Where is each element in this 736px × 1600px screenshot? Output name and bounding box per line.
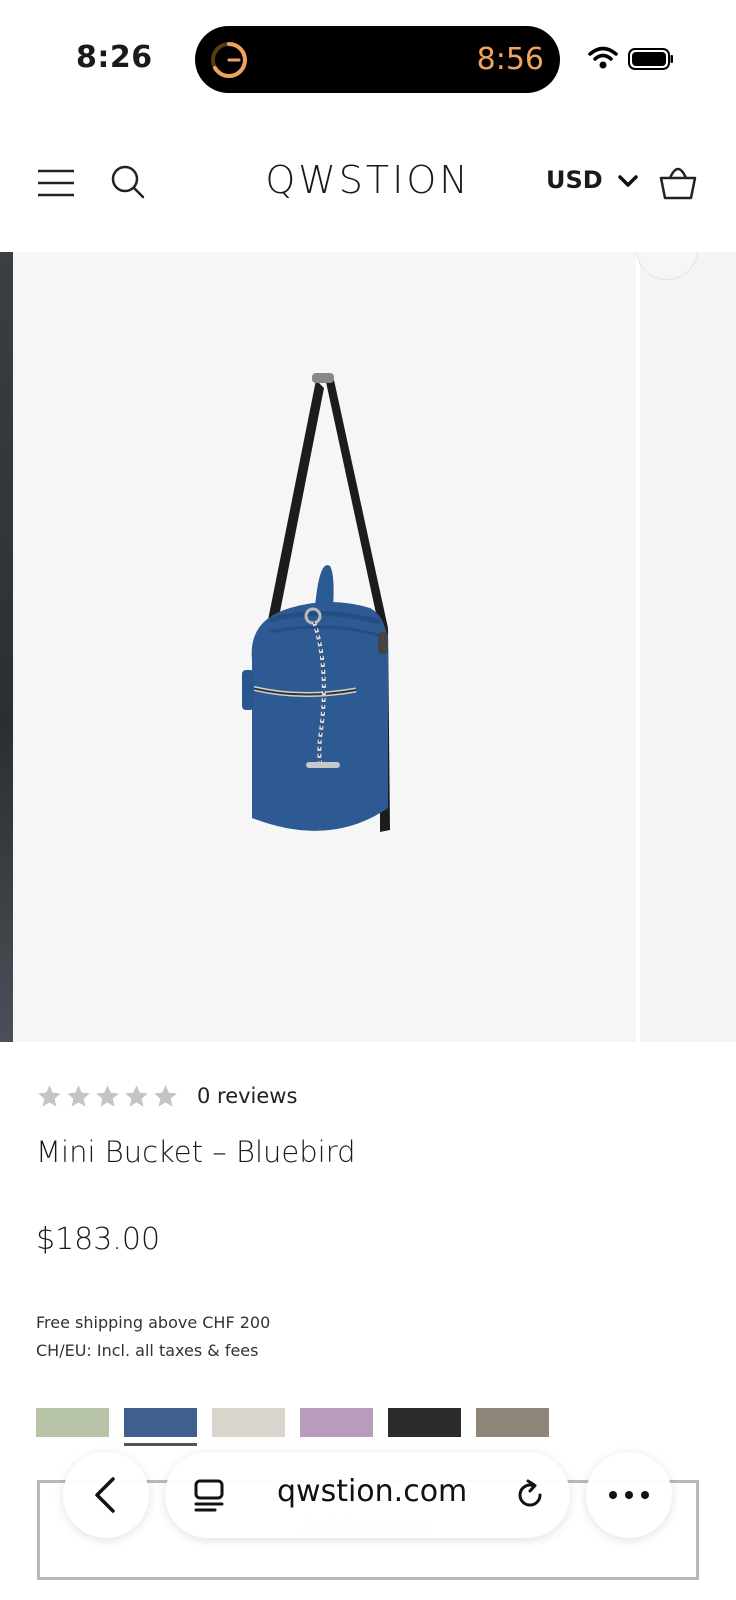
- previous-image-peek[interactable]: [0, 252, 13, 1042]
- color-swatch[interactable]: [36, 1408, 109, 1437]
- chevron-left-icon: [95, 1477, 115, 1513]
- hamburger-menu-icon[interactable]: [36, 168, 76, 198]
- color-swatch[interactable]: [124, 1408, 197, 1446]
- more-dots-icon: [609, 1491, 649, 1499]
- product-image-bag: [242, 373, 390, 832]
- star-icon: [96, 1084, 119, 1107]
- star-icon: [154, 1084, 177, 1107]
- shipping-info: Free shipping above CHF 200: [36, 1313, 271, 1332]
- browser-more-button[interactable]: [586, 1452, 672, 1538]
- search-icon[interactable]: [110, 164, 146, 200]
- browser-back-button[interactable]: [63, 1452, 149, 1538]
- next-image-peek[interactable]: [636, 252, 736, 1042]
- star-icon: [125, 1084, 148, 1107]
- timer-icon: [211, 42, 247, 78]
- site-header: QWSTION USD: [0, 140, 736, 226]
- cart-basket-icon[interactable]: [658, 162, 698, 202]
- tax-info: CH/EU: Incl. all taxes & fees: [36, 1341, 259, 1360]
- color-swatch[interactable]: [388, 1408, 461, 1437]
- battery-icon: [628, 48, 673, 70]
- product-title: Mini Bucket – Bluebird: [36, 1135, 356, 1169]
- rating-row: 0 reviews: [36, 1082, 297, 1110]
- reviews-link[interactable]: 0 reviews: [197, 1084, 297, 1108]
- tab-overview-icon[interactable]: [193, 1478, 225, 1512]
- reload-icon[interactable]: [513, 1478, 547, 1512]
- timer-time: 8:56: [476, 42, 544, 77]
- browser-address-bar[interactable]: qwstion.com: [165, 1452, 570, 1538]
- color-swatch[interactable]: [212, 1408, 285, 1437]
- currency-selector[interactable]: USD: [546, 166, 603, 194]
- color-swatch[interactable]: [300, 1408, 373, 1437]
- dynamic-island: 8:56: [195, 26, 560, 93]
- url-text[interactable]: qwstion.com: [277, 1474, 467, 1509]
- status-bar: 8:26 8:56: [0, 0, 736, 118]
- color-swatches: [36, 1408, 549, 1446]
- wifi-icon: [588, 46, 618, 69]
- product-gallery[interactable]: [0, 252, 736, 1042]
- status-time: 8:26: [76, 40, 153, 75]
- product-price: $183.00: [36, 1222, 161, 1257]
- chevron-down-icon[interactable]: [617, 173, 639, 189]
- star-icon: [38, 1084, 61, 1107]
- star-icon: [67, 1084, 90, 1107]
- star-rating: [36, 1083, 179, 1110]
- color-swatch[interactable]: [476, 1408, 549, 1437]
